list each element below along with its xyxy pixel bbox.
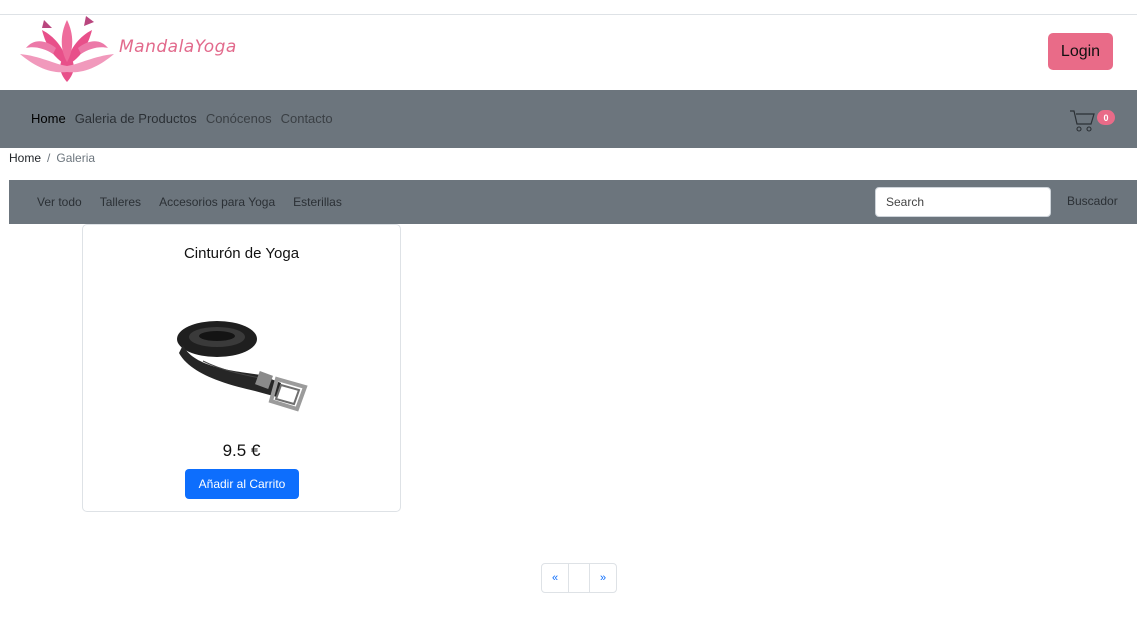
nav-item-contact[interactable]: Contacto xyxy=(281,111,333,126)
category-accessories[interactable]: Accesorios para Yoga xyxy=(159,195,275,209)
breadcrumb-current: Galeria xyxy=(56,151,96,165)
pagination-pages xyxy=(569,563,589,593)
pagination-next-button[interactable]: » xyxy=(589,563,617,593)
product-card: Cinturón de Yoga 9.5 € Añadir al Carrito xyxy=(82,224,401,512)
brand-name[interactable]: MandalaYoga xyxy=(119,37,237,57)
cart-count-badge: 0 xyxy=(1097,110,1115,125)
login-button[interactable]: Login xyxy=(1048,33,1113,70)
add-to-cart-button[interactable]: Añadir al Carrito xyxy=(185,469,299,499)
category-all[interactable]: Ver todo xyxy=(37,195,82,209)
category-workshops[interactable]: Talleres xyxy=(100,195,141,209)
yoga-strap-image xyxy=(177,321,308,412)
nav-item-about[interactable]: Conócenos xyxy=(206,111,272,126)
lotus-icon[interactable] xyxy=(20,16,114,84)
site-header: MandalaYoga Login xyxy=(0,15,1137,90)
product-title: Cinturón de Yoga xyxy=(183,245,300,262)
nav-links: Home Galeria de Productos Conócenos Cont… xyxy=(31,111,342,126)
pagination-prev-button[interactable]: « xyxy=(541,563,569,593)
cart-icon xyxy=(1070,110,1095,132)
main-navbar: Home Galeria de Productos Conócenos Cont… xyxy=(0,90,1137,148)
search-button[interactable]: Buscador xyxy=(1067,194,1118,208)
breadcrumb: Home / Galeria xyxy=(9,151,95,165)
nav-item-home[interactable]: Home xyxy=(31,111,66,126)
nav-item-gallery[interactable]: Galeria de Productos xyxy=(75,111,197,126)
category-links: Ver todo Talleres Accesorios para Yoga E… xyxy=(37,195,360,209)
product-price: 9.5 € xyxy=(222,441,261,460)
pagination: « » xyxy=(541,563,617,593)
search-input[interactable] xyxy=(875,187,1051,217)
breadcrumb-separator: / xyxy=(47,151,51,165)
breadcrumb-home[interactable]: Home xyxy=(9,151,41,165)
cart-button[interactable]: 0 xyxy=(1069,108,1117,134)
category-mats[interactable]: Esterillas xyxy=(293,195,342,209)
category-filter-bar: Ver todo Talleres Accesorios para Yoga E… xyxy=(9,180,1137,224)
